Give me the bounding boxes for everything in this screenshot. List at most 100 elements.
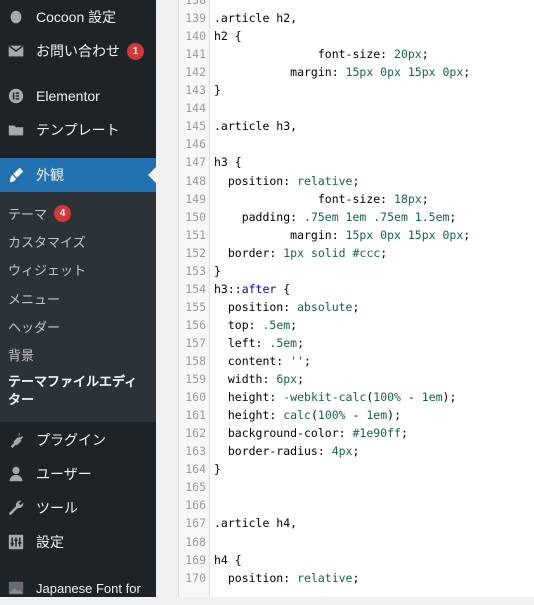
paintbrush-icon: [6, 165, 26, 185]
code-token: font-size:: [214, 47, 395, 62]
code-token: );: [387, 408, 402, 423]
submenu-item-label: テーマ: [8, 206, 48, 222]
code-token: -webkit-calc: [283, 390, 367, 405]
code-token: h3 {: [214, 155, 242, 170]
code-text: width: 6px;: [214, 370, 304, 388]
line-number: 153: [185, 263, 206, 278]
code-token: margin:: [214, 65, 346, 80]
code-line: 144: [179, 99, 534, 117]
code-token: ;: [352, 570, 360, 585]
code-text: h4 {: [214, 551, 242, 569]
code-token: ;: [400, 426, 408, 441]
code-token: font-size:: [214, 191, 395, 206]
code-line: 138: [179, 0, 534, 9]
code-token: padding:: [214, 209, 305, 224]
elementor-icon: [6, 86, 26, 106]
code-line: 165: [179, 478, 534, 496]
code-text: border-radius: 4px;: [214, 442, 360, 460]
line-number: 138: [185, 0, 206, 7]
code-token: ;: [352, 444, 360, 459]
menu-item-label: ツール: [36, 500, 78, 516]
menu-item-japanese-font[interactable]: Japanese Font for: [0, 571, 156, 605]
line-number: 152: [185, 245, 206, 260]
code-token: .article h2,: [214, 11, 298, 26]
line-number: 149: [185, 191, 206, 206]
code-line: 141 font-size: 20px;: [179, 45, 534, 63]
code-text: left: .5em;: [214, 334, 304, 352]
submenu-item-header[interactable]: ヘッダー: [8, 316, 60, 336]
code-token: ;: [463, 65, 471, 80]
code-token: ;: [297, 335, 305, 350]
code-text: font-size: 20px;: [214, 45, 429, 63]
active-indicator-arrow: [148, 167, 156, 183]
code-text: }: [214, 460, 221, 478]
submenu-item-theme-file-editor[interactable]: テーマファイルエディター: [8, 373, 148, 409]
code-token: height:: [214, 408, 284, 423]
line-number: 170: [185, 570, 206, 585]
code-token: 18px: [394, 191, 422, 206]
submenu-item-customize[interactable]: カスタマイズ: [8, 231, 86, 251]
menu-item-tools[interactable]: ツール: [0, 491, 156, 525]
admin-sidebar: Cocoon 設定 お問い合わせ 1 Elementor テンプレート 外観 テ…: [0, 0, 156, 597]
code-token: 15px 0px 15px 0px: [345, 227, 464, 242]
menu-item-appearance[interactable]: 外観: [0, 158, 156, 192]
code-line: 167 .article h4,: [179, 514, 534, 532]
menu-item-plugins[interactable]: プラグイン: [0, 423, 156, 457]
code-token: ;: [380, 245, 388, 260]
code-token: content:: [214, 354, 291, 368]
menu-item-elementor[interactable]: Elementor: [0, 79, 156, 113]
submenu-item-menus[interactable]: メニュー: [8, 288, 60, 308]
code-token: top:: [214, 317, 263, 332]
line-number: 155: [185, 299, 206, 314]
code-text: background-color: #1e90ff;: [214, 424, 408, 442]
code-token: }: [214, 83, 221, 98]
line-number: 147: [185, 155, 206, 170]
code-line: 151 margin: 15px 0px 15px 0px;: [179, 226, 534, 244]
menu-item-label: ユーザー: [36, 466, 92, 482]
code-line: 150 padding: .75em 1em .75em 1.5em;: [179, 208, 534, 226]
submenu-item-widgets[interactable]: ウィジェット: [8, 259, 86, 279]
line-number: 154: [185, 281, 206, 296]
code-token: h3::: [214, 281, 242, 296]
menu-item-cocoon-settings[interactable]: Cocoon 設定: [0, 0, 156, 34]
menu-item-users[interactable]: ユーザー: [0, 457, 156, 491]
code-line: 152 border: 1px solid #ccc;: [179, 244, 534, 262]
code-token: position:: [214, 570, 298, 585]
code-text: }: [214, 262, 221, 280]
code-line: 155 position: absolute;: [179, 298, 534, 316]
code-token: border-radius:: [214, 444, 332, 459]
code-line: 164}: [179, 460, 534, 478]
code-editor[interactable]: 138 139 .article h2, 140 h2 {141 font-size: …: [178, 0, 534, 597]
code-text: }: [214, 81, 221, 99]
code-line: 157 left: .5em;: [179, 334, 534, 352]
line-number: 159: [185, 372, 206, 387]
code-token: ;: [297, 372, 305, 387]
code-line: 154 h3::after {: [179, 280, 534, 298]
code-text: h3::after {: [214, 280, 290, 298]
code-line: 153}: [179, 262, 534, 280]
code-text: position: absolute;: [214, 298, 360, 316]
circle-icon: [6, 7, 26, 27]
code-line: 160 height: -webkit-calc(100% - 1em);: [179, 388, 534, 406]
submenu-item-themes[interactable]: テーマ 4: [8, 203, 72, 223]
submenu-item-background[interactable]: 背景: [8, 344, 34, 364]
code-text: .article h3,: [214, 117, 297, 135]
notification-badge: 1: [127, 42, 144, 60]
envelope-icon: [6, 41, 26, 61]
code-token: 6px: [276, 372, 298, 387]
code-token: '': [290, 354, 305, 368]
menu-item-contact[interactable]: お問い合わせ 1: [0, 34, 156, 68]
line-number: 165: [185, 480, 206, 495]
menu-item-templates[interactable]: テンプレート: [0, 113, 156, 147]
code-token: }: [214, 462, 221, 477]
code-line: 142 margin: 15px 0px 15px 0px;: [179, 63, 534, 81]
code-text: .article h4,: [214, 514, 297, 532]
code-token: 4px: [331, 444, 353, 459]
code-line: 146: [179, 135, 534, 153]
line-number: 145: [185, 119, 206, 134]
code-token: background-color:: [214, 426, 353, 441]
menu-item-settings[interactable]: 設定: [0, 525, 156, 559]
code-token: .article h3,: [214, 119, 298, 134]
code-token: border:: [214, 245, 284, 260]
line-number: 163: [185, 444, 206, 459]
